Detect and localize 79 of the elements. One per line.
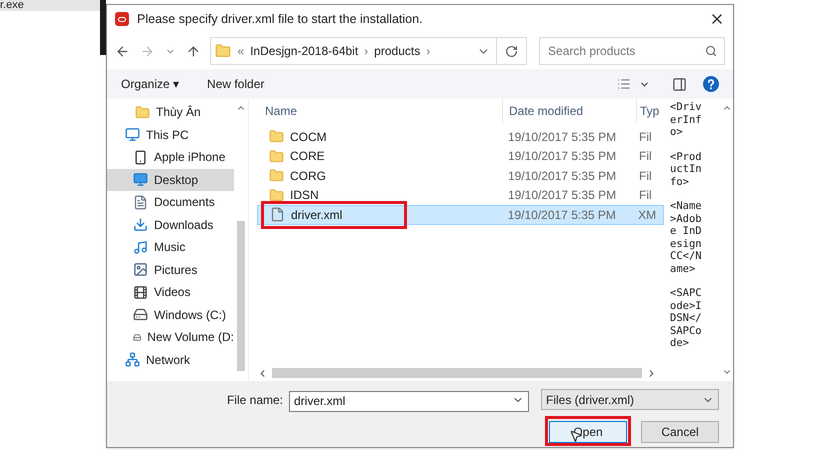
folder-icon <box>215 43 232 59</box>
address-bar[interactable]: « InDesjgn-2018-64bit › products › <box>210 37 528 65</box>
dialog-button[interactable]: Cancel <box>641 421 719 443</box>
folder-icon <box>269 148 284 164</box>
date-cell-text: 19/10/2017 5:35 PM <box>507 187 618 204</box>
preview-text: <DriverInfo> <box>670 101 702 138</box>
nav-item[interactable]: Thùy Ân <box>107 101 234 124</box>
folder-icon <box>269 129 284 144</box>
toolbar-button[interactable]: New folder <box>207 75 264 93</box>
path-segment[interactable]: › <box>426 42 430 60</box>
file-row[interactable]: driver.xml 19/10/2017 5:35 PM XM <box>257 205 664 224</box>
nav-item[interactable]: Desktop <box>107 168 234 191</box>
file-name: CORE <box>290 148 325 166</box>
file-row[interactable]: COCM 19/10/2017 5:35 PM Fil <box>257 127 664 146</box>
path-segment[interactable]: products <box>374 42 420 60</box>
music-icon <box>133 240 148 255</box>
nav-item[interactable]: Music <box>107 236 234 258</box>
download-icon <box>133 217 148 232</box>
document-icon <box>133 194 148 210</box>
nav-item[interactable]: Network <box>107 348 234 371</box>
file-row[interactable]: CORE 19/10/2017 5:35 PM Fil <box>257 146 664 166</box>
column-header[interactable]: Date modified <box>502 99 636 123</box>
window-title: Please specify driver.xml file to start the installation. <box>137 10 424 28</box>
type-cell-text: Fil <box>638 128 653 146</box>
file-label: r.exe <box>0 0 100 11</box>
field-label: File name: <box>226 392 283 408</box>
nav-item[interactable]: Downloads <box>107 214 234 236</box>
date-cell-text: 19/10/2017 5:35 PM <box>507 128 618 146</box>
file-row[interactable]: IDSN 19/10/2017 5:35 PM Fil <box>257 186 664 205</box>
nav-item[interactable]: Windows (C:) <box>107 304 234 326</box>
type-cell-text: Fil <box>638 168 653 185</box>
preview-text: <SAPCode>IDSN</SAPCode> <box>670 287 702 350</box>
file-icon <box>270 207 285 222</box>
app-icon <box>115 12 129 26</box>
picture-icon <box>133 262 148 278</box>
nav-item[interactable]: Pictures <box>107 258 234 281</box>
nav-item[interactable]: Documents <box>107 191 234 214</box>
drive-icon <box>133 307 148 322</box>
type-cell-text: Fil <box>638 187 653 204</box>
path-segment[interactable]: InDesjgn-2018-64bit <box>250 42 358 60</box>
view-options-icon[interactable] <box>617 77 631 91</box>
folder-icon <box>269 188 284 203</box>
date-cell-text: 19/10/2017 5:35 PM <box>507 168 618 185</box>
back-icon[interactable] <box>115 44 130 58</box>
type-cell-text: Fil <box>638 148 653 166</box>
nav-item[interactable]: Videos <box>107 281 234 304</box>
search-icon <box>705 45 718 57</box>
nav-item[interactable]: Apple iPhone <box>107 146 234 168</box>
phone-icon <box>133 150 148 165</box>
network-icon <box>125 352 140 368</box>
folder-icon <box>135 104 150 120</box>
file-type-dropdown[interactable]: Files (driver.xml) <box>541 389 719 410</box>
file-name: CORG <box>290 168 326 185</box>
file-row[interactable]: CORG 19/10/2017 5:35 PM Fil <box>257 166 664 186</box>
refresh-icon[interactable] <box>505 44 518 58</box>
date-cell-text: 19/10/2017 5:35 PM <box>507 148 618 166</box>
nav-item[interactable]: New Volume (D: <box>107 326 234 348</box>
date-cell-text: 19/10/2017 5:35 PM <box>506 206 617 224</box>
help-icon[interactable] <box>703 76 719 92</box>
file-name-field[interactable]: driver.xml <box>289 390 529 412</box>
film-icon <box>133 284 148 300</box>
preview-text: <Name>Adobe InDesign CC</Name> <box>670 200 702 275</box>
path-segment[interactable]: « <box>237 42 244 60</box>
column-header[interactable]: Name <box>257 99 502 123</box>
preview-pane-icon[interactable] <box>672 76 687 92</box>
file-name: driver.xml <box>291 206 342 224</box>
nav-item[interactable]: This PC <box>107 124 234 146</box>
desktop-icon <box>133 172 148 188</box>
computer-icon <box>125 127 140 142</box>
preview-text: <ProductInfo> <box>670 150 702 188</box>
file-name: IDSN <box>290 187 319 204</box>
file-name: COCM <box>290 128 327 146</box>
folder-icon <box>269 168 284 184</box>
up-icon[interactable] <box>186 44 200 58</box>
search-field[interactable]: Search products <box>539 37 726 65</box>
path-segment[interactable]: › <box>364 42 368 60</box>
type-cell-text: XM <box>637 206 658 224</box>
column-header[interactable]: Typ <box>636 99 664 123</box>
toolbar-button[interactable]: Organize ▾ <box>121 75 180 93</box>
